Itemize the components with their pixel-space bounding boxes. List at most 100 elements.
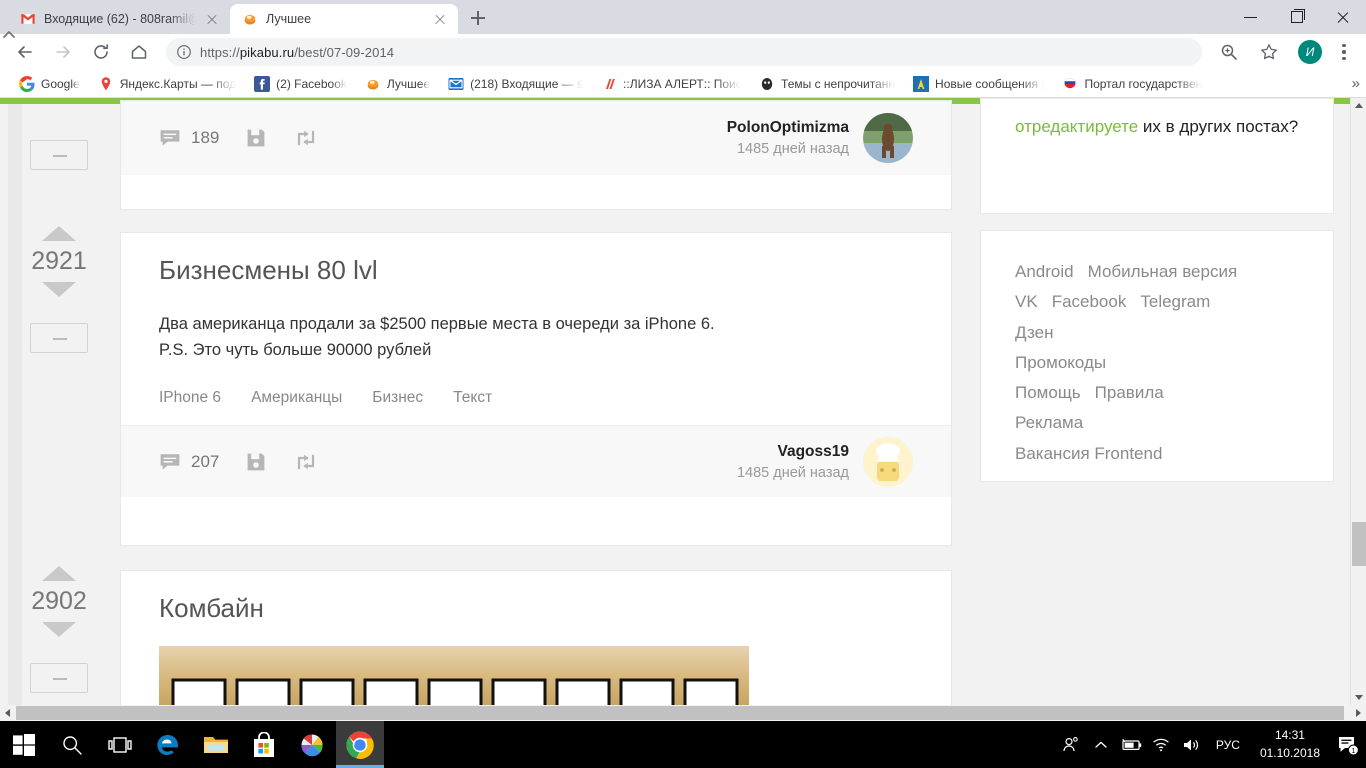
site-info-icon[interactable] bbox=[176, 44, 192, 60]
zoom-icon bbox=[1221, 44, 1237, 60]
search-button[interactable] bbox=[48, 721, 96, 768]
reload-button[interactable] bbox=[85, 36, 117, 68]
file-explorer-button[interactable] bbox=[192, 721, 240, 768]
bookmark-inbox[interactable]: (218) Входящие — s bbox=[439, 72, 592, 96]
bookmark-gosuslugi[interactable]: Портал государствен bbox=[1053, 72, 1211, 96]
tab-close-icon[interactable] bbox=[204, 11, 220, 27]
maximize-button[interactable] bbox=[1274, 0, 1320, 34]
post-title[interactable]: Комбайн bbox=[159, 593, 913, 624]
repost-button[interactable] bbox=[293, 127, 319, 149]
bookmark-liza-alert[interactable]: ::ЛИЗА АЛЕРТ:: Поис bbox=[592, 72, 750, 96]
save-button[interactable] bbox=[245, 451, 267, 473]
scrollbar-thumb[interactable] bbox=[1352, 522, 1366, 566]
volume-button[interactable] bbox=[1176, 721, 1206, 768]
tab-gmail[interactable]: Входящие (62) - 808ramil@gmail.com bbox=[8, 4, 230, 34]
sidebar-promo-card: отредактируете их в других постах? bbox=[980, 98, 1334, 214]
scroll-left-button[interactable] bbox=[0, 705, 16, 721]
new-tab-button[interactable] bbox=[464, 4, 492, 32]
zoom-button[interactable] bbox=[1213, 36, 1245, 68]
store-button[interactable] bbox=[240, 721, 288, 768]
close-window-button[interactable] bbox=[1320, 0, 1366, 34]
scrollbar-thumb[interactable] bbox=[16, 706, 1344, 720]
sidebar-link-facebook[interactable]: Facebook bbox=[1052, 287, 1127, 317]
home-button[interactable] bbox=[123, 36, 155, 68]
bookmark-forum-topics[interactable]: Темы с непрочитанн bbox=[750, 72, 904, 96]
comments-button[interactable]: 189 bbox=[159, 128, 219, 148]
post-body: Бизнесмены 80 lvl Два американца продали… bbox=[121, 233, 951, 425]
downvote-button[interactable] bbox=[42, 282, 76, 297]
bookmark-label: Яндекс.Карты — под bbox=[119, 76, 237, 91]
minimize-button[interactable] bbox=[1228, 0, 1274, 34]
minus-button[interactable] bbox=[30, 140, 88, 170]
bookmarks-overflow-button[interactable]: » bbox=[1352, 75, 1360, 92]
tab-pikabu[interactable]: Лучшее bbox=[230, 4, 458, 34]
bookmark-label: (2) Facebook bbox=[276, 76, 347, 91]
downvote-button[interactable] bbox=[42, 622, 76, 637]
address-bar[interactable]: https://pikabu.ru/best/07-09-2014 bbox=[166, 38, 1202, 66]
upvote-button[interactable] bbox=[42, 226, 76, 241]
post-tag[interactable]: Американцы bbox=[251, 389, 342, 407]
browser-menu-button[interactable] bbox=[1332, 38, 1356, 66]
minus-button[interactable] bbox=[30, 663, 88, 693]
bookmark-yandex-maps[interactable]: Яндекс.Карты — под bbox=[89, 72, 245, 96]
sidebar-link-mobile[interactable]: Мобильная версия bbox=[1088, 257, 1238, 287]
sidebar-link-vacancy[interactable]: Вакансия Frontend bbox=[1015, 439, 1162, 469]
sidebar-link-promocodes[interactable]: Промокоды bbox=[1015, 348, 1106, 378]
scroll-top-caret-icon[interactable] bbox=[2, 28, 16, 42]
bookmark-star-button[interactable] bbox=[1253, 36, 1285, 68]
bookmark-google[interactable]: Google bbox=[10, 72, 89, 96]
author-name[interactable]: Vagoss19 bbox=[737, 443, 849, 461]
sidebar-link-help[interactable]: Помощь bbox=[1015, 378, 1081, 408]
sidebar-link-android[interactable]: Android bbox=[1015, 257, 1074, 287]
repost-button[interactable] bbox=[293, 451, 319, 473]
bookmark-pikabu[interactable]: Лучшее bbox=[356, 72, 439, 96]
scroll-right-button[interactable] bbox=[1350, 705, 1366, 721]
tab-close-icon[interactable] bbox=[432, 11, 448, 27]
windows-logo-icon bbox=[13, 733, 35, 756]
comments-button[interactable]: 207 bbox=[159, 452, 219, 472]
page-vertical-scrollbar[interactable] bbox=[1350, 98, 1366, 705]
scroll-up-button[interactable] bbox=[1351, 98, 1366, 114]
show-hidden-icons-button[interactable] bbox=[1086, 721, 1116, 768]
sidebar-promo-link[interactable]: отредактируете bbox=[1015, 117, 1138, 136]
sidebar-link-vk[interactable]: VK bbox=[1015, 287, 1038, 317]
photos-button[interactable] bbox=[288, 721, 336, 768]
avatar[interactable] bbox=[863, 436, 913, 487]
battery-button[interactable] bbox=[1116, 721, 1146, 768]
post-image[interactable] bbox=[159, 646, 913, 707]
upvote-button[interactable] bbox=[42, 566, 76, 581]
profile-avatar[interactable]: И bbox=[1298, 40, 1322, 64]
edge-button[interactable] bbox=[144, 721, 192, 768]
chrome-button[interactable] bbox=[336, 721, 384, 768]
scroll-down-button[interactable] bbox=[1351, 689, 1366, 705]
sidebar-link-telegram[interactable]: Telegram bbox=[1140, 287, 1210, 317]
google-icon bbox=[19, 75, 35, 92]
post-tag[interactable]: Бизнес bbox=[372, 389, 423, 407]
post-tag[interactable]: Текст bbox=[453, 389, 492, 407]
task-view-button[interactable] bbox=[96, 721, 144, 768]
post-tags: IPhone 6 Американцы Бизнес Текст bbox=[159, 389, 913, 407]
bookmark-new-messages[interactable]: Новые сообщения | bbox=[904, 72, 1053, 96]
forward-button[interactable] bbox=[47, 36, 79, 68]
author-name[interactable]: PolonOptimizma bbox=[727, 119, 849, 137]
save-button[interactable] bbox=[245, 127, 267, 149]
sidebar-link-dzen[interactable]: Дзен bbox=[1015, 318, 1054, 348]
clock[interactable]: 14:31 01.10.2018 bbox=[1250, 727, 1330, 762]
yandex-maps-pin-icon bbox=[101, 76, 111, 90]
post-tag[interactable]: IPhone 6 bbox=[159, 389, 221, 407]
language-indicator[interactable]: РУС bbox=[1206, 738, 1250, 752]
clock-date: 01.10.2018 bbox=[1259, 745, 1320, 760]
minus-button[interactable] bbox=[30, 323, 88, 353]
avatar[interactable] bbox=[863, 113, 913, 163]
sidebar-link-advertising[interactable]: Реклама bbox=[1015, 408, 1083, 438]
bookmark-label: Лучшее bbox=[386, 76, 431, 91]
bookmark-facebook[interactable]: (2) Facebook bbox=[245, 72, 356, 96]
post-title[interactable]: Бизнесмены 80 lvl bbox=[159, 255, 913, 286]
sidebar-links-row: Реклама bbox=[1015, 408, 1299, 438]
sidebar-link-rules[interactable]: Правила bbox=[1095, 378, 1164, 408]
people-button[interactable] bbox=[1056, 721, 1086, 768]
page-horizontal-scrollbar[interactable] bbox=[0, 705, 1366, 721]
action-center-button[interactable]: 1 bbox=[1330, 721, 1366, 768]
start-button[interactable] bbox=[0, 721, 48, 768]
wifi-button[interactable] bbox=[1146, 721, 1176, 768]
